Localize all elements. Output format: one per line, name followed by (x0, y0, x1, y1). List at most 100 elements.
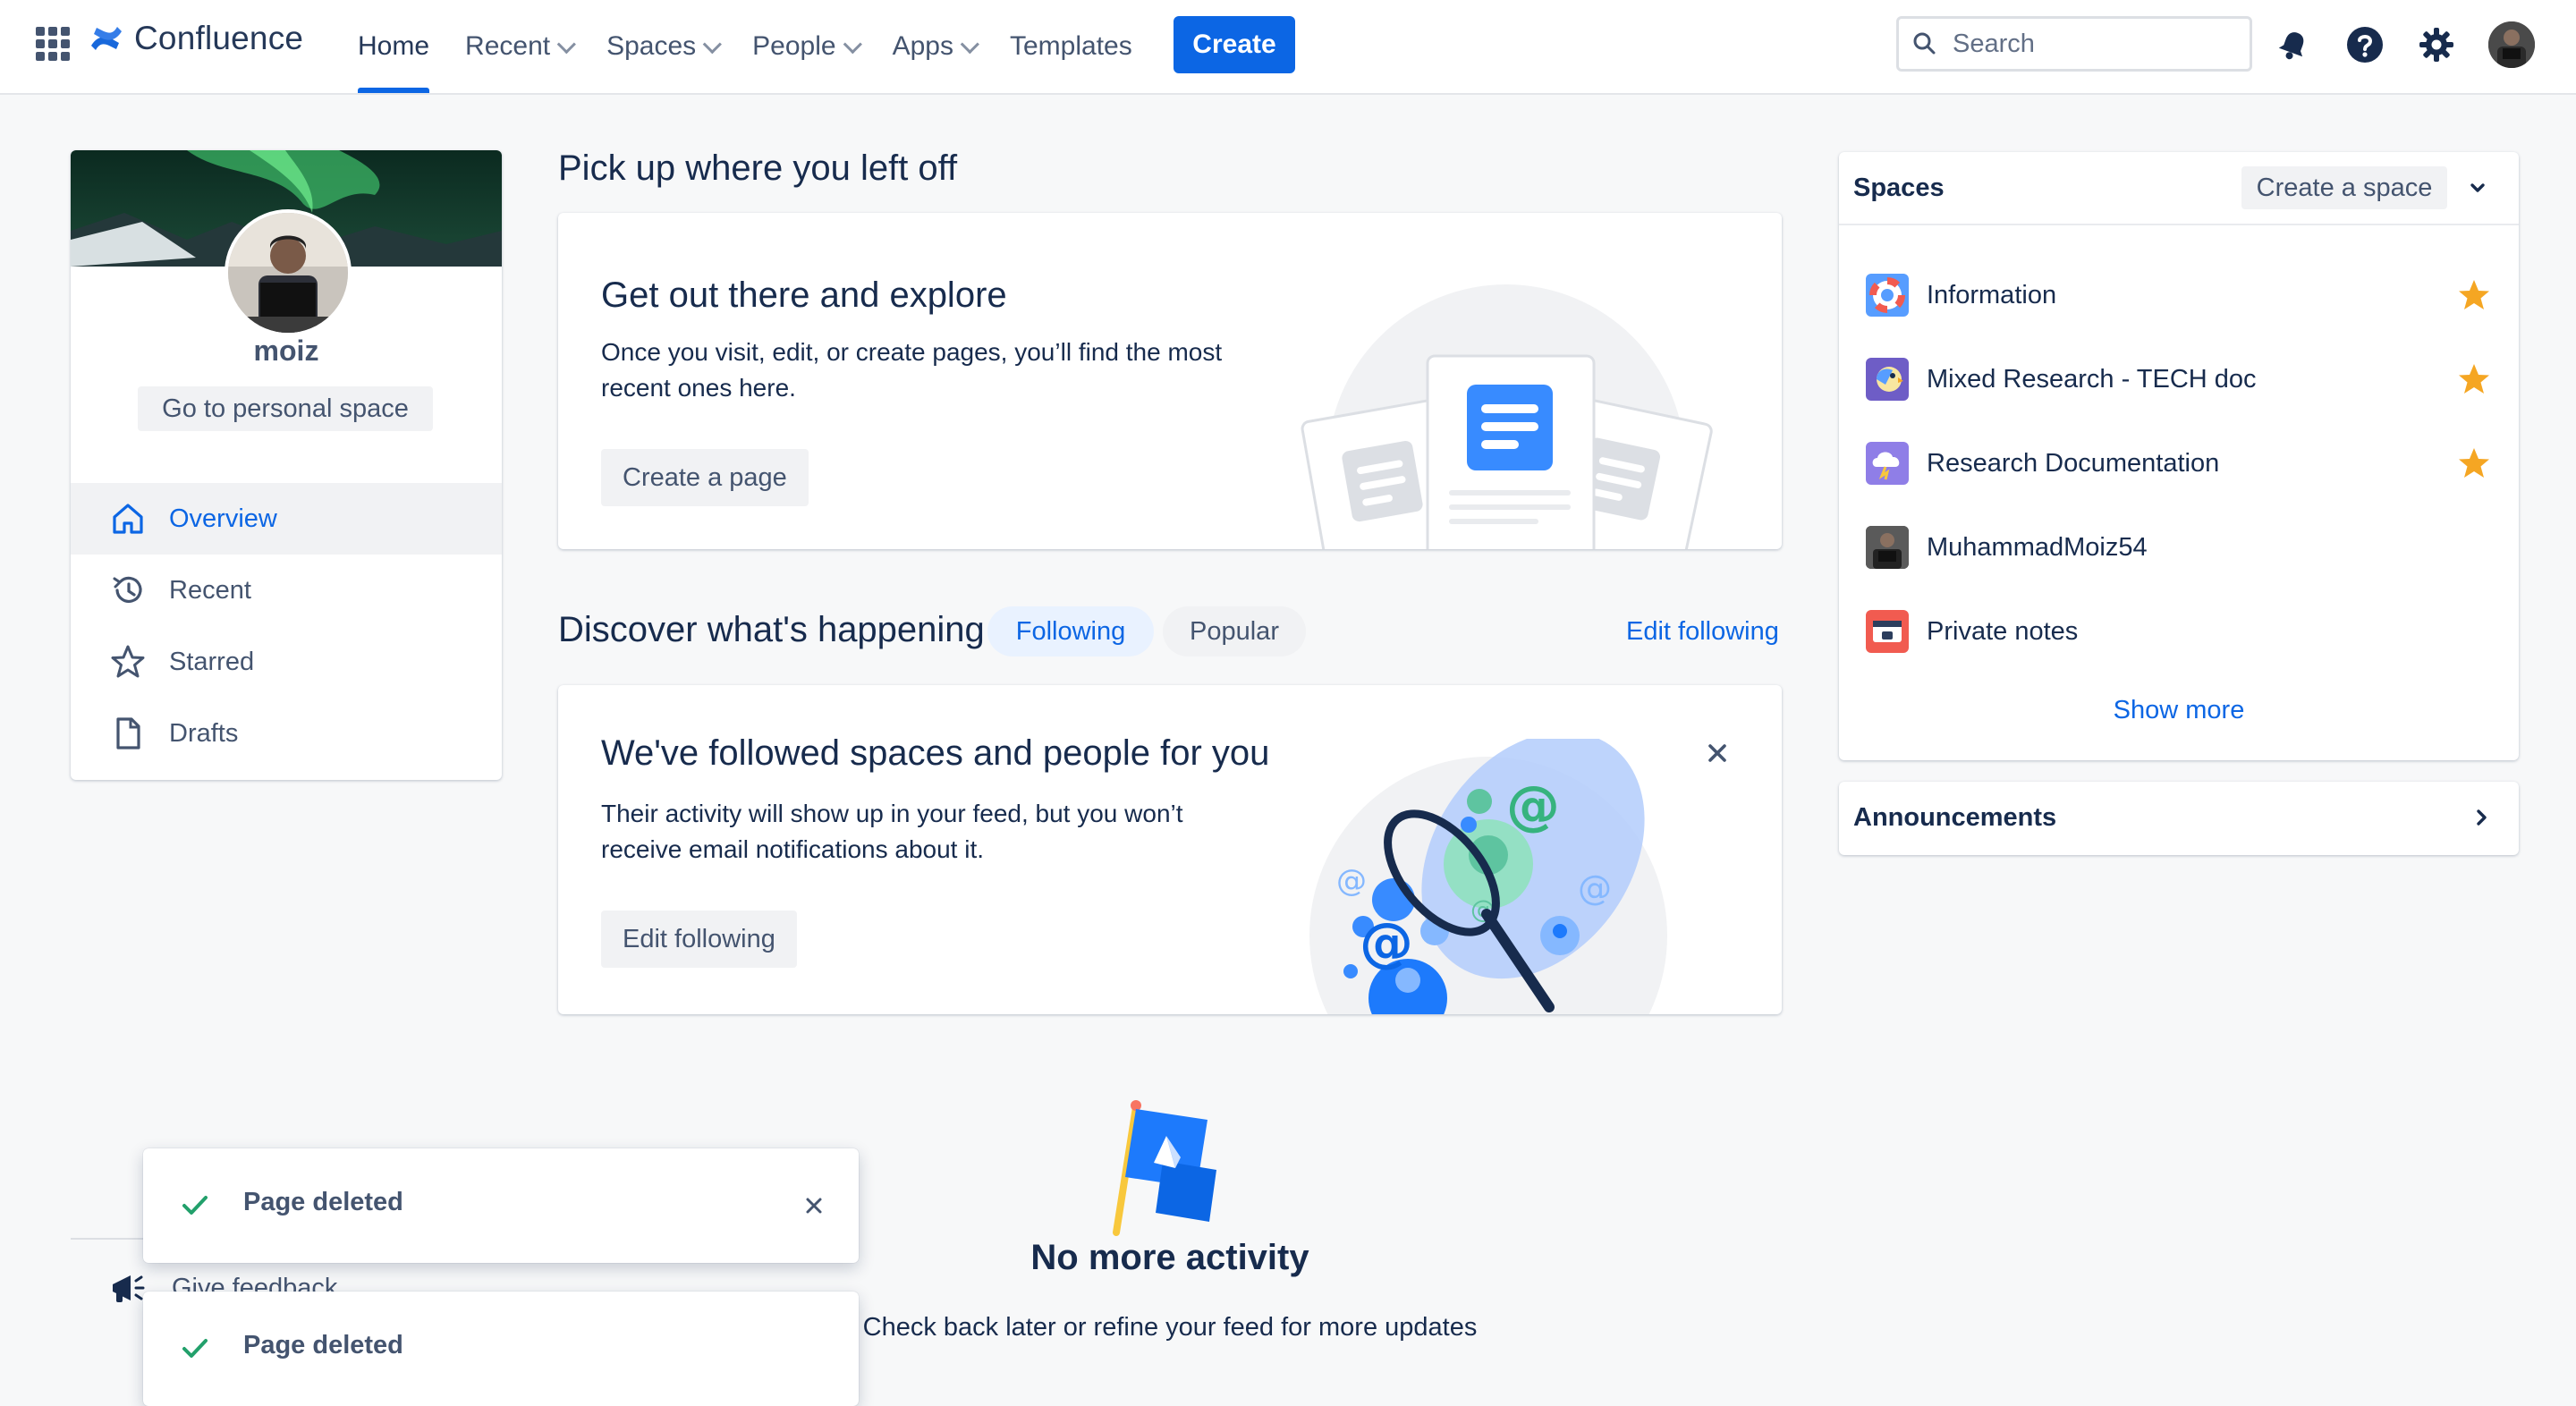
gear-icon (2419, 28, 2453, 62)
storm-cloud-icon (1866, 442, 1909, 485)
flag-page-deleted-2: Page deleted (143, 1292, 859, 1406)
spaces-panel-title: Spaces (1853, 174, 1945, 202)
chevron-down-icon (702, 34, 723, 54)
close-icon[interactable] (1703, 739, 1732, 767)
bell-icon (2278, 32, 2304, 60)
spaces-dropdown-button[interactable] (2456, 166, 2499, 209)
edit-following-link[interactable]: Edit following (1626, 617, 1779, 647)
discover-heading: Discover what's happening (558, 610, 985, 649)
page-icon (108, 714, 148, 753)
nav-recent[interactable]: Recent (465, 0, 577, 93)
pickup-heading: Pick up where you left off (558, 148, 958, 188)
chevron-down-icon (2470, 183, 2485, 192)
check-icon (182, 1196, 208, 1215)
explore-card-text-2: recent ones here. (601, 374, 796, 402)
space-item-information[interactable]: Information (1866, 268, 2492, 322)
create-page-button[interactable]: Create a page (601, 449, 809, 506)
followed-card: We've followed spaces and people for you… (558, 685, 1782, 1014)
star-filled-icon[interactable] (2456, 277, 2492, 313)
search-icon (1913, 32, 1936, 55)
close-icon[interactable] (801, 1193, 826, 1218)
nav-recent-label: Recent (465, 31, 551, 61)
edit-following-button[interactable]: Edit following (601, 911, 797, 968)
sidebar-item-label: Starred (169, 647, 255, 676)
show-more-link[interactable]: Show more (1839, 696, 2519, 725)
tab-following[interactable]: Following (987, 606, 1154, 656)
confluence-logo[interactable]: Confluence (89, 20, 303, 57)
nav-home-label: Home (358, 31, 430, 61)
followed-card-text-1: Their activity will show up in your feed… (601, 800, 1183, 827)
home-icon (108, 499, 148, 538)
notifications-button[interactable] (2272, 23, 2315, 66)
help-icon (2347, 27, 2383, 63)
announcements-panel[interactable]: Announcements (1839, 782, 2519, 855)
search-box[interactable] (1896, 16, 2252, 72)
sidebar-item-label: Drafts (169, 718, 239, 748)
go-to-personal-space-button[interactable]: Go to personal space (138, 386, 433, 431)
sidebar-item-starred[interactable]: Starred (71, 626, 502, 698)
create-space-button[interactable]: Create a space (2241, 166, 2447, 209)
star-filled-icon[interactable] (2456, 445, 2492, 481)
space-name: Information (1927, 280, 2057, 309)
space-item-private-notes[interactable]: Private notes (1866, 605, 2492, 658)
avatar-image (2488, 21, 2535, 68)
space-name: MuhammadMoiz54 (1927, 532, 2148, 562)
nav-people[interactable]: People (752, 0, 862, 93)
followed-card-text-2: receive email notifications about it. (601, 835, 984, 863)
flag-page-deleted: Page deleted (143, 1148, 859, 1263)
sidebar-item-overview[interactable]: Overview (71, 483, 502, 555)
space-item-mixed-research[interactable]: Mixed Research - TECH doc (1866, 352, 2492, 406)
chevron-down-icon (960, 34, 979, 54)
tab-popular[interactable]: Popular (1163, 606, 1306, 656)
sidebar-item-recent[interactable]: Recent (71, 555, 502, 626)
empty-state-title: No more activity (1030, 1238, 1309, 1277)
settings-button[interactable] (2415, 23, 2458, 66)
chevron-right-icon (2477, 809, 2487, 826)
space-item-muhammadmoiz54[interactable]: MuhammadMoiz54 (1866, 521, 2492, 574)
megaphone-icon (113, 1275, 145, 1302)
create-space-label: Create a space (2256, 173, 2433, 202)
search-input[interactable] (1951, 28, 2241, 60)
space-name: Mixed Research - TECH doc (1927, 364, 2257, 394)
sidebar-nav: Overview Recent Starred Drafts (71, 483, 502, 769)
star-outline-icon (108, 642, 148, 682)
chevron-down-icon (843, 34, 862, 54)
svg-text:@: @ (1506, 775, 1560, 837)
empty-state-text: Check back later or refine your feed for… (862, 1313, 1478, 1342)
star-filled-icon[interactable] (2456, 361, 2492, 397)
lifebuoy-icon (1866, 274, 1909, 317)
nav-templates[interactable]: Templates (1010, 0, 1132, 93)
spaces-panel: Spaces Create a space Information Mixed … (1839, 152, 2519, 760)
profile-name: moiz (253, 335, 319, 367)
primary-nav: Home Recent Spaces People Apps Templates (358, 0, 1168, 93)
top-navigation: Confluence Home Recent Spaces People App… (0, 0, 2576, 95)
flag-message: Page deleted (243, 1188, 403, 1216)
nav-home[interactable]: Home (358, 0, 430, 93)
spaces-panel-header: Spaces Create a space (1839, 152, 2519, 225)
app-switcher-icon[interactable] (36, 27, 70, 61)
personal-space-avatar (1866, 526, 1909, 569)
history-icon (108, 571, 148, 610)
flag-illustration (1113, 1100, 1216, 1236)
explore-card-title: Get out there and explore (601, 275, 1007, 315)
svg-text:@: @ (1360, 911, 1413, 974)
network-illustration: @ @ @ @ @ (1309, 739, 1667, 1014)
nav-spaces[interactable]: Spaces (606, 0, 723, 93)
nav-apps[interactable]: Apps (892, 0, 979, 93)
parrot-icon (1866, 358, 1909, 401)
announcements-title: Announcements (1853, 803, 2057, 832)
confluence-logo-icon (91, 27, 122, 50)
private-notes-icon (1866, 610, 1909, 653)
chevron-down-icon (556, 34, 577, 54)
sidebar-item-label: Recent (169, 575, 251, 605)
profile-avatar (225, 209, 352, 336)
followed-card-title: We've followed spaces and people for you (601, 733, 1270, 773)
sidebar-item-label: Overview (169, 504, 277, 533)
help-button[interactable] (2343, 23, 2386, 66)
create-button[interactable]: Create (1174, 16, 1295, 73)
sidebar-item-drafts[interactable]: Drafts (71, 698, 502, 769)
nav-apps-label: Apps (892, 31, 953, 61)
profile-avatar-button[interactable] (2488, 21, 2535, 68)
space-item-research-documentation[interactable]: Research Documentation (1866, 436, 2492, 490)
explore-card: Get out there and explore Once you visit… (558, 213, 1782, 549)
